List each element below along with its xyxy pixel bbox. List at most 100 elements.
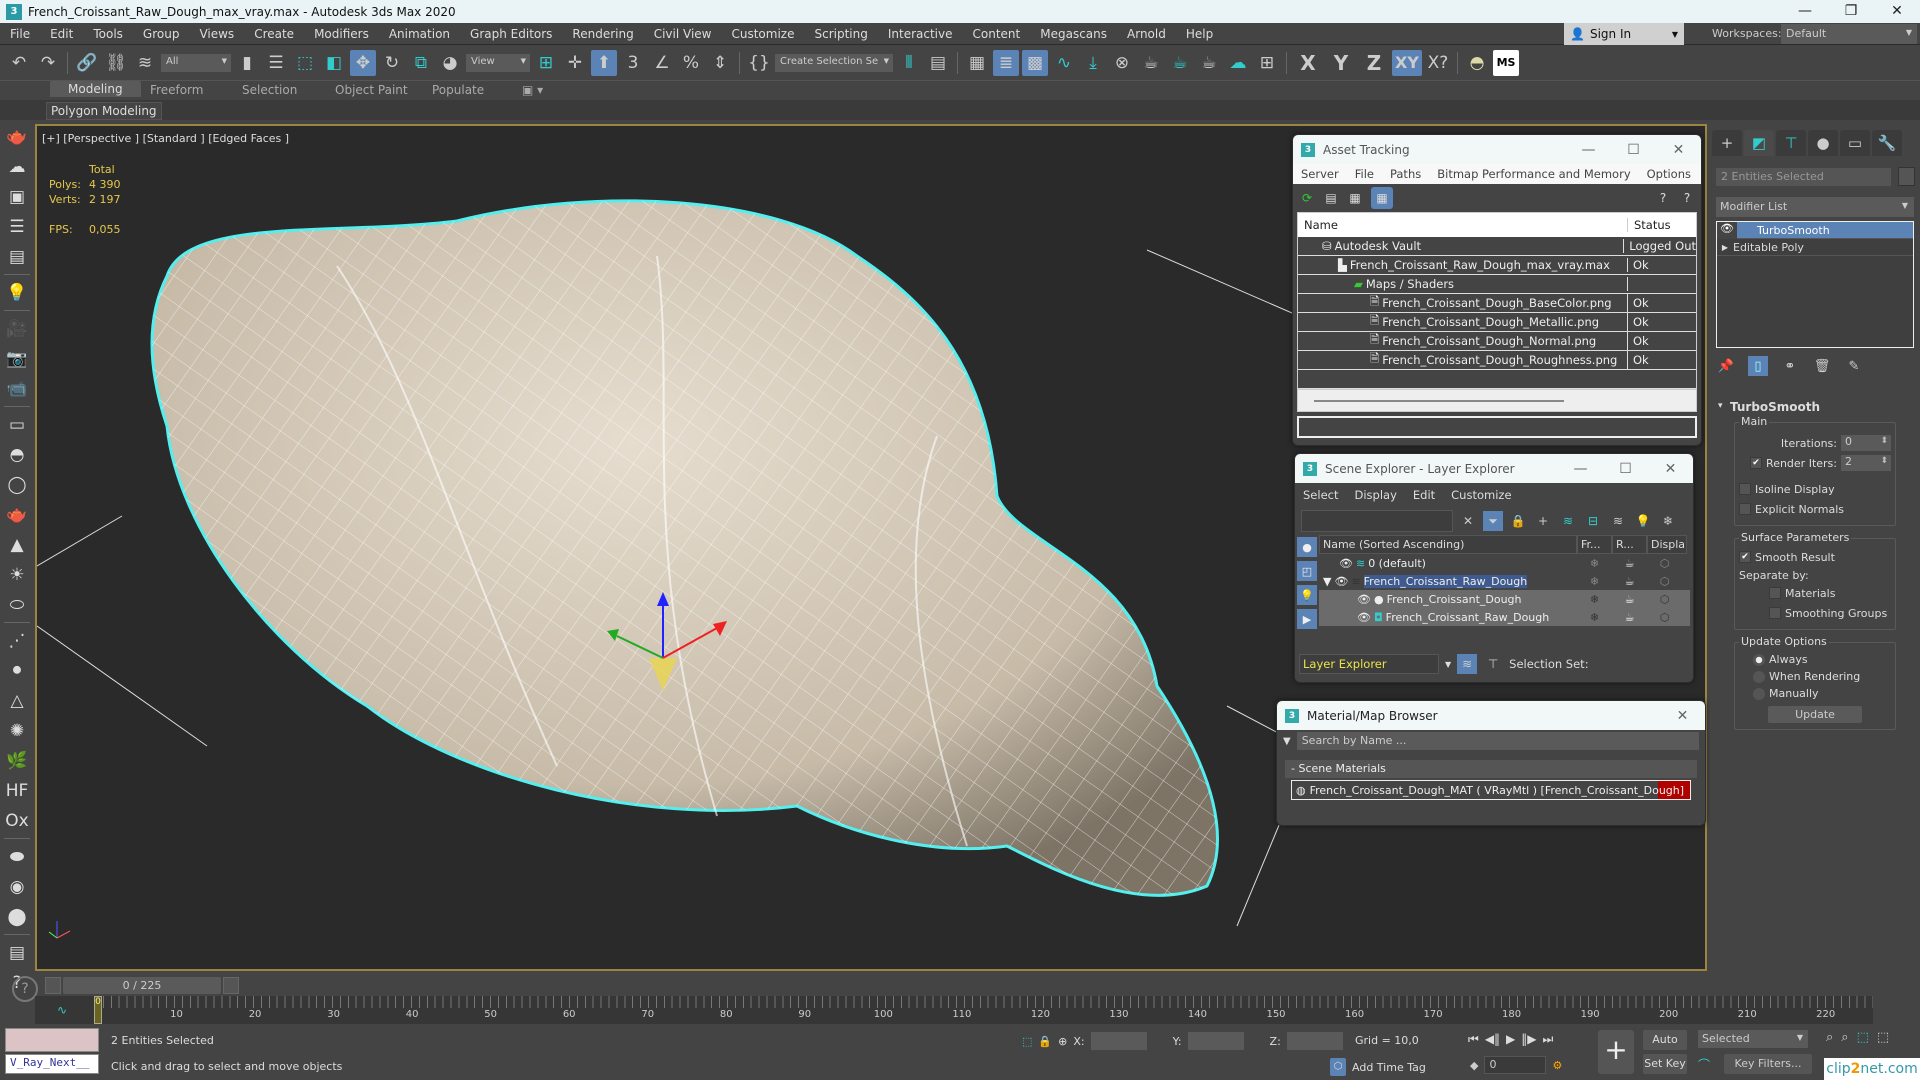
bind-space-warp-icon[interactable]: ≋ bbox=[132, 50, 158, 76]
menu-create[interactable]: Create bbox=[244, 27, 304, 41]
list-view-icon[interactable]: ▤ bbox=[1323, 189, 1339, 207]
axis-xy-button[interactable]: XY bbox=[1392, 49, 1422, 76]
current-frame-field[interactable]: 0 bbox=[1484, 1056, 1547, 1074]
select-manipulate-icon[interactable]: ✛ bbox=[562, 50, 588, 76]
menu-edit[interactable]: Edit bbox=[1405, 488, 1443, 502]
selection-lock-icon[interactable]: 🔒 bbox=[1038, 1035, 1052, 1048]
menu-file[interactable]: File bbox=[0, 27, 40, 41]
scene-search-input[interactable] bbox=[1301, 510, 1453, 532]
play-icon[interactable]: ▶ bbox=[1506, 1032, 1515, 1047]
smooth-result-checkbox[interactable]: ✔ bbox=[1739, 551, 1751, 563]
remove-modifier-icon[interactable]: 🗑 bbox=[1812, 356, 1832, 376]
menu-group[interactable]: Group bbox=[133, 27, 190, 41]
object-name-field[interactable]: 2 Entities Selected bbox=[1716, 168, 1891, 186]
context-help-icon[interactable]: ? bbox=[1679, 189, 1695, 207]
vray-material-icon[interactable]: ⬬ bbox=[4, 844, 30, 869]
zoom-all-icon[interactable]: ⌕ bbox=[1841, 1030, 1848, 1045]
table-row[interactable]: 🗎 French_Croissant_Dough_BaseColor.png Ok bbox=[1298, 293, 1696, 313]
display-box-icon[interactable]: ⬡ bbox=[1647, 593, 1682, 606]
select-scale-icon[interactable]: ⧉ bbox=[408, 50, 434, 76]
menu-graph-editors[interactable]: Graph Editors bbox=[460, 27, 562, 41]
column-display[interactable]: Displa... bbox=[1647, 535, 1687, 554]
column-renderable[interactable]: R... bbox=[1612, 535, 1647, 554]
key-mode-toggle-icon[interactable]: ◆ bbox=[1470, 1059, 1478, 1072]
refresh-icon[interactable]: ⟳ bbox=[1299, 189, 1315, 207]
placement-icon[interactable]: ◕ bbox=[437, 50, 463, 76]
table-row[interactable]: ▰ Maps / Shaders bbox=[1298, 275, 1696, 294]
menu-animation[interactable]: Animation bbox=[379, 27, 460, 41]
freeze-layers-icon[interactable]: ❄ bbox=[1658, 511, 1678, 531]
menu-file[interactable]: File bbox=[1347, 167, 1382, 181]
render-teapot-icon[interactable]: ☕ bbox=[1612, 557, 1647, 570]
material-item[interactable]: ◍ French_Croissant_Dough_MAT ( VRayMtl )… bbox=[1291, 780, 1691, 800]
table-view-icon[interactable]: ▦ bbox=[1371, 187, 1393, 209]
options-dropdown-icon[interactable]: ▼ bbox=[1283, 736, 1291, 747]
manually-radio[interactable] bbox=[1753, 687, 1765, 700]
asset-tracking-titlebar[interactable]: 3 Asset Tracking — ☐ ✕ bbox=[1293, 135, 1701, 164]
visibility-eye-icon[interactable]: 👁 bbox=[1334, 575, 1348, 588]
edit-named-selection-icon[interactable]: {} bbox=[746, 50, 772, 76]
object-color-swatch[interactable] bbox=[1898, 167, 1915, 186]
sun-icon[interactable]: ☀ bbox=[4, 562, 30, 587]
mirror-icon[interactable]: ⫴ bbox=[896, 50, 922, 76]
zoom-extents-icon[interactable]: ⬚ bbox=[1857, 1030, 1869, 1045]
table-row[interactable]: ⛁ Autodesk Vault Logged Out bbox=[1298, 237, 1696, 256]
table-row[interactable]: 🗎 French_Croissant_Dough_Roughness.png Ok bbox=[1298, 350, 1696, 370]
polygon-modeling-panel[interactable]: Polygon Modeling bbox=[46, 102, 162, 120]
menu-server[interactable]: Server bbox=[1293, 167, 1347, 181]
close-button[interactable]: ✕ bbox=[1874, 0, 1920, 23]
render-iters-checkbox[interactable]: ✔ bbox=[1750, 457, 1763, 469]
help-icon[interactable]: ? bbox=[1655, 189, 1671, 207]
select-by-name-icon[interactable]: ☰ bbox=[263, 50, 289, 76]
frame-buffer-icon[interactable]: ▤ bbox=[4, 940, 30, 965]
workspace-dropdown[interactable]: Default ▼ bbox=[1781, 24, 1917, 44]
lights-filter-icon[interactable]: 💡 bbox=[1297, 585, 1317, 605]
select-object-icon[interactable]: ▮ bbox=[234, 50, 260, 76]
tab-freeform[interactable]: Freeform bbox=[150, 83, 203, 97]
column-status[interactable]: Status bbox=[1628, 218, 1671, 232]
add-time-tag[interactable]: ⬡ Add Time Tag bbox=[1330, 1058, 1426, 1076]
menu-select[interactable]: Select bbox=[1295, 488, 1346, 502]
clear-search-icon[interactable]: ✕ bbox=[1458, 511, 1478, 531]
table-row[interactable]: 🗎 French_Croissant_Dough_Metallic.png Ok bbox=[1298, 312, 1696, 332]
maximize-button[interactable]: ☐ bbox=[1603, 461, 1648, 477]
window-crossing-icon[interactable]: ◧ bbox=[321, 50, 347, 76]
show-end-result-icon[interactable]: ▯ bbox=[1748, 356, 1768, 376]
select-rotate-icon[interactable]: ↻ bbox=[379, 50, 405, 76]
scrollbar-thumb[interactable] bbox=[1314, 400, 1564, 402]
visibility-eye-icon[interactable]: 👁 bbox=[1339, 557, 1353, 570]
tab-modeling[interactable]: Modeling bbox=[50, 81, 141, 97]
chevron-down-icon[interactable]: ▼ bbox=[1445, 660, 1451, 669]
freeze-icon[interactable]: ❄ bbox=[1577, 557, 1612, 570]
ies-light-icon[interactable]: ▲ bbox=[4, 532, 30, 557]
when-rendering-radio[interactable] bbox=[1753, 670, 1765, 683]
keyboard-shortcut-override-icon[interactable]: ⬆ bbox=[591, 49, 617, 76]
eye-icon[interactable]: 👁 bbox=[1717, 221, 1737, 239]
sphere-light-icon[interactable]: ◯ bbox=[4, 472, 30, 497]
y-coordinate-field[interactable] bbox=[1187, 1032, 1244, 1050]
display-box-icon[interactable]: ⬡ bbox=[1647, 611, 1682, 624]
explorer-mode-dropdown[interactable]: Layer Explorer bbox=[1299, 654, 1439, 674]
stack-item-editable-poly[interactable]: ▶ Editable Poly bbox=[1717, 239, 1913, 256]
menu-scripting[interactable]: Scripting bbox=[804, 27, 877, 41]
default-tangents-icon[interactable]: ⌒ bbox=[1698, 1056, 1710, 1073]
go-to-end-icon[interactable]: ⏭ bbox=[1543, 1032, 1554, 1047]
material-slot-icon[interactable]: ◉ bbox=[4, 874, 30, 899]
volume-grid-icon[interactable]: ✺ bbox=[4, 718, 30, 743]
plane-icon[interactable]: △ bbox=[4, 688, 30, 713]
tree-view-icon[interactable]: ▦ bbox=[1347, 189, 1363, 207]
time-slider[interactable]: 0 / 225 bbox=[45, 977, 239, 994]
menu-arnold[interactable]: Arnold bbox=[1117, 27, 1176, 41]
plane-light-icon[interactable]: ▭ bbox=[4, 412, 30, 437]
reference-coordinate-dropdown[interactable]: View ▼ bbox=[466, 53, 530, 72]
menu-views[interactable]: Views bbox=[189, 27, 244, 41]
tab-populate[interactable]: Populate bbox=[432, 83, 484, 97]
hierarchy-tab-icon[interactable]: ⊤ bbox=[1776, 130, 1806, 156]
menu-rendering[interactable]: Rendering bbox=[562, 27, 643, 41]
render-teapot-icon[interactable]: ☕ bbox=[1612, 611, 1647, 624]
object-row[interactable]: 👁 ◘ French_Croissant_Raw_Dough ❄ ☕ ⬡ bbox=[1319, 608, 1690, 626]
track-bar[interactable]: ∿ 0 10 20 30 40 50 60 70 80 90 100 110 120 130 140 150 1… bbox=[35, 996, 1873, 1024]
zoom-icon[interactable]: ⌕ bbox=[1826, 1030, 1833, 1045]
current-frame-marker[interactable]: 0 bbox=[94, 996, 102, 1024]
material-editor-icon[interactable]: ⊗ bbox=[1109, 50, 1135, 76]
